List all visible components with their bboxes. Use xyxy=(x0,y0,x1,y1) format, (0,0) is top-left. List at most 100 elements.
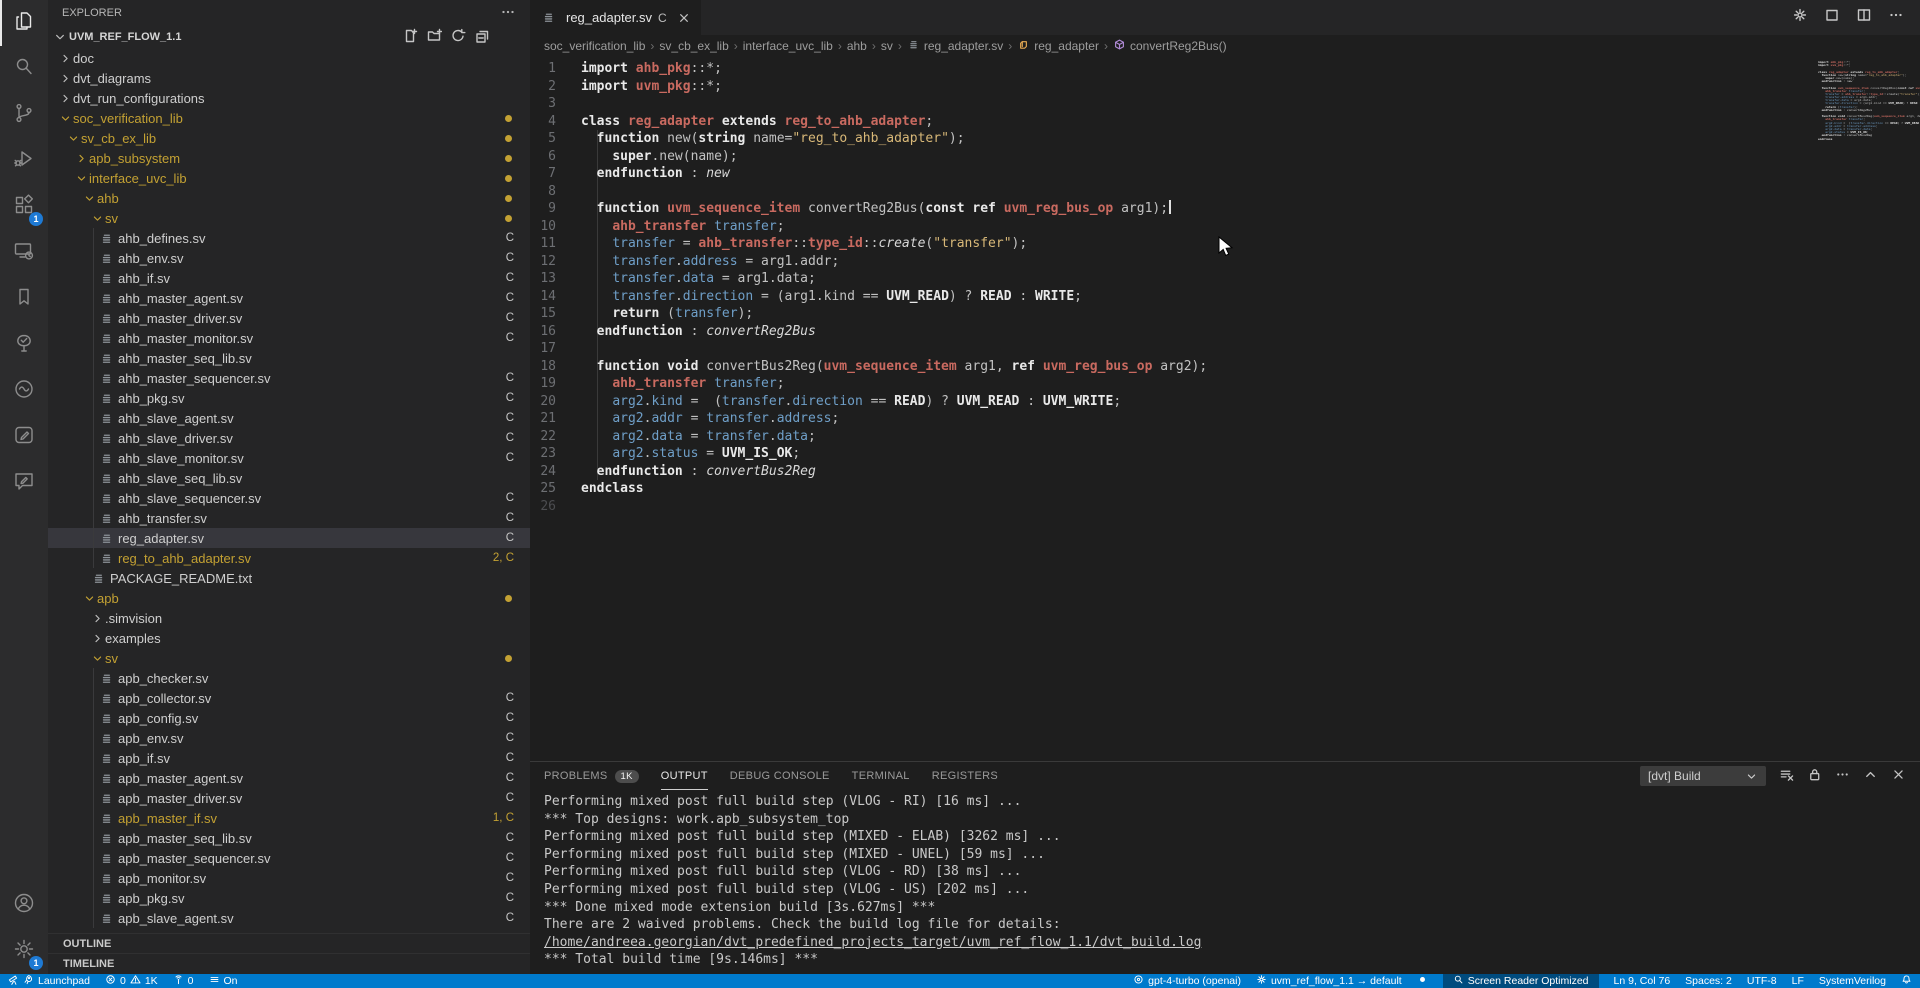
breadcrumb-item[interactable]: sv_cb_ex_lib xyxy=(659,39,728,53)
activity-search[interactable] xyxy=(0,46,48,92)
activity-dvt-comments[interactable] xyxy=(0,460,48,506)
activity-verification-hierarchy[interactable] xyxy=(0,322,48,368)
outline-section[interactable]: OUTLINE xyxy=(48,933,530,954)
tree-item-ahb_slave_seq_lib.sv[interactable]: ahb_slave_seq_lib.sv xyxy=(48,468,530,488)
code-editor[interactable]: 1234567891011121314151617181920212223242… xyxy=(530,57,1920,761)
code-line[interactable]: import ahb_pkg::*; xyxy=(581,60,1810,78)
chevron-down-icon[interactable] xyxy=(82,590,97,606)
code-line[interactable]: transfer.direction = (arg1.kind == UVM_R… xyxy=(581,288,1810,306)
breadcrumb-item[interactable]: ahb xyxy=(847,39,867,53)
chevron-down-icon[interactable] xyxy=(90,650,105,666)
code-line[interactable]: arg2.kind = (transfer.direction == READ)… xyxy=(581,393,1810,411)
settings-gear-icon[interactable] xyxy=(1792,7,1808,28)
code-line[interactable]: endclass xyxy=(581,480,1810,498)
chevron-down-icon[interactable] xyxy=(52,29,67,45)
breadcrumb-item[interactable]: reg_adapter.sv xyxy=(907,38,1003,54)
chevron-down-icon[interactable] xyxy=(58,110,73,126)
code-line[interactable]: endfunction : convertReg2Bus xyxy=(581,323,1810,341)
tree-item-interface_uvc_lib[interactable]: interface_uvc_lib xyxy=(48,168,530,188)
code-line[interactable] xyxy=(581,340,1810,358)
code-line[interactable]: function new(string name="reg_to_ahb_ada… xyxy=(581,130,1810,148)
chevron-right-icon[interactable] xyxy=(58,70,73,86)
tree-item-ahb_master_agent.sv[interactable]: ahb_master_agent.svC xyxy=(48,288,530,308)
chevron-right-icon[interactable] xyxy=(74,150,89,166)
chevron-down-icon[interactable] xyxy=(82,190,97,206)
activity-bookmarks[interactable] xyxy=(0,276,48,322)
tree-item-sv[interactable]: sv xyxy=(48,648,530,668)
status-eol[interactable]: LF xyxy=(1792,974,1804,988)
chevron-down-icon[interactable] xyxy=(90,210,105,226)
clear-output-icon[interactable] xyxy=(1779,767,1794,785)
tree-item-sv_cb_ex_lib[interactable]: sv_cb_ex_lib xyxy=(48,128,530,148)
code-line[interactable]: import uvm_pkg::*; xyxy=(581,78,1810,96)
activity-dvt-editor[interactable] xyxy=(0,414,48,460)
chevron-right-icon[interactable] xyxy=(58,50,73,66)
tree-item-ahb_slave_sequencer.sv[interactable]: ahb_slave_sequencer.svC xyxy=(48,488,530,508)
code-line[interactable]: ahb_transfer transfer; xyxy=(581,375,1810,393)
tree-item-.simvision[interactable]: .simvision xyxy=(48,608,530,628)
code-line[interactable]: endfunction : convertBus2Reg xyxy=(581,463,1810,481)
status-problems[interactable]: 01K xyxy=(105,974,158,988)
tree-item-ahb_master_seq_lib.sv[interactable]: ahb_master_seq_lib.sv xyxy=(48,348,530,368)
activity-waveform-viewer[interactable] xyxy=(0,368,48,414)
tree-item-apb_pkg.sv[interactable]: apb_pkg.svC xyxy=(48,888,530,908)
tree-item-ahb_slave_driver.sv[interactable]: ahb_slave_driver.svC xyxy=(48,428,530,448)
code-line[interactable]: transfer.data = arg1.data; xyxy=(581,270,1810,288)
code-line[interactable]: arg2.addr = transfer.address; xyxy=(581,410,1810,428)
tree-item-sv[interactable]: sv xyxy=(48,208,530,228)
tree-item-ahb[interactable]: ahb xyxy=(48,188,530,208)
code-line[interactable]: class reg_adapter extends reg_to_ahb_ada… xyxy=(581,113,1810,131)
tree-item-apb_monitor.sv[interactable]: apb_monitor.svC xyxy=(48,868,530,888)
tree-item-apb[interactable]: apb xyxy=(48,588,530,608)
tree-item-reg_adapter.sv[interactable]: reg_adapter.svC xyxy=(48,528,530,548)
tree-item-PACKAGE_README.txt[interactable]: PACKAGE_README.txt xyxy=(48,568,530,588)
status-cursor-position[interactable]: Ln 9, Col 76 xyxy=(1614,974,1671,988)
lock-scroll-icon[interactable] xyxy=(1807,767,1822,785)
breadcrumb-item[interactable]: soc_verification_lib xyxy=(544,39,645,53)
refresh-icon[interactable] xyxy=(450,28,466,47)
activity-extensions[interactable]: 1 xyxy=(0,184,48,230)
status-notification-dot[interactable] xyxy=(1417,974,1428,988)
status-dvt-connection[interactable]: 0 xyxy=(173,974,194,988)
tree-item-ahb_if.sv[interactable]: ahb_if.svC xyxy=(48,268,530,288)
new-file-icon[interactable] xyxy=(402,28,418,47)
activity-explorer[interactable] xyxy=(0,0,48,46)
status-launchpad[interactable]: Launchpad xyxy=(8,974,90,988)
tree-item-soc_verification_lib[interactable]: soc_verification_lib xyxy=(48,108,530,128)
tree-item-ahb_env.sv[interactable]: ahb_env.svC xyxy=(48,248,530,268)
build-log-link[interactable]: /home/andreea.georgian/dvt_predefined_pr… xyxy=(544,934,1920,952)
more-actions-icon[interactable] xyxy=(1835,767,1850,785)
tree-item-ahb_defines.sv[interactable]: ahb_defines.svC xyxy=(48,228,530,248)
code-line[interactable]: transfer.address = arg1.addr; xyxy=(581,253,1810,271)
more-actions-icon[interactable] xyxy=(500,4,516,23)
code-line[interactable]: endfunction : new xyxy=(581,165,1810,183)
code-line[interactable]: function void convertBus2Reg(uvm_sequenc… xyxy=(581,358,1810,376)
tree-item-apb_slave_agent.sv[interactable]: apb_slave_agent.svC xyxy=(48,908,530,928)
chevron-right-icon[interactable] xyxy=(58,90,73,106)
layout-icon[interactable] xyxy=(1824,7,1840,28)
status-language-mode[interactable]: SystemVerilog xyxy=(1819,974,1886,988)
panel-tab-problems[interactable]: PROBLEMS1K xyxy=(544,762,639,790)
status-notifications[interactable] xyxy=(1901,974,1912,988)
panel-tab-output[interactable]: OUTPUT xyxy=(661,762,708,790)
code-line[interactable]: function uvm_sequence_item convertReg2Bu… xyxy=(581,200,1810,218)
split-editor-icon[interactable] xyxy=(1856,7,1872,28)
code-line[interactable]: return (transfer); xyxy=(581,305,1810,323)
code-line[interactable] xyxy=(581,183,1810,201)
tree-item-apb_if.sv[interactable]: apb_if.svC xyxy=(48,748,530,768)
close-panel-icon[interactable] xyxy=(1891,767,1906,785)
breadcrumb-item[interactable]: reg_adapter xyxy=(1017,38,1099,54)
tree-item-ahb_transfer.sv[interactable]: ahb_transfer.svC xyxy=(48,508,530,528)
workspace-root-row[interactable]: UVM_REF_FLOW_1.1 xyxy=(48,26,530,48)
activity-run-debug[interactable] xyxy=(0,138,48,184)
breadcrumb-item[interactable]: interface_uvc_lib xyxy=(743,39,833,53)
tree-item-ahb_slave_monitor.sv[interactable]: ahb_slave_monitor.svC xyxy=(48,448,530,468)
timeline-section[interactable]: TIMELINE xyxy=(48,953,530,974)
new-folder-icon[interactable] xyxy=(426,28,442,47)
maximize-panel-icon[interactable] xyxy=(1863,767,1878,785)
output-channel-select[interactable]: [dvt] Build xyxy=(1640,766,1766,786)
code-line[interactable]: arg2.data = transfer.data; xyxy=(581,428,1810,446)
status-screen-reader[interactable]: Screen Reader Optimized xyxy=(1443,974,1599,988)
activity-source-control[interactable] xyxy=(0,92,48,138)
collapse-all-icon[interactable] xyxy=(474,28,490,47)
